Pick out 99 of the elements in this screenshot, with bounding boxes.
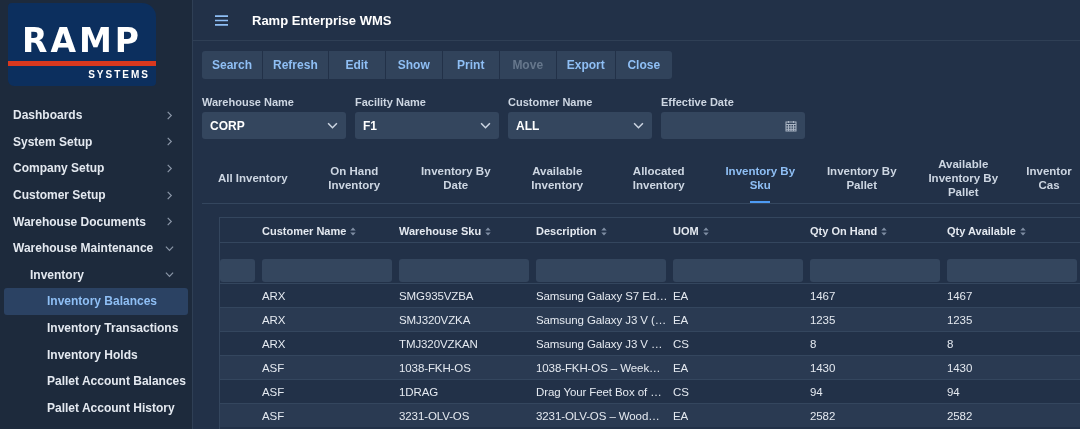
table-cell: Samsung Galaxy J3 V … bbox=[536, 337, 663, 350]
table-cell: EA bbox=[673, 289, 689, 302]
table-cell: ARX bbox=[262, 313, 286, 326]
sidebar-item[interactable]: Inventory bbox=[0, 261, 188, 289]
table-cell: Samsung Galaxy S7 Ed… bbox=[536, 289, 667, 302]
tab[interactable]: On Hand Inventory bbox=[303, 152, 405, 203]
table-cell: 1235 bbox=[810, 313, 836, 326]
table-cell: CS bbox=[673, 337, 689, 350]
toolbar-button[interactable]: Print bbox=[442, 51, 499, 79]
table-cell: SMJ320VZKA bbox=[399, 313, 471, 326]
filter-label: Warehouse Name bbox=[202, 96, 295, 108]
sidebar-item[interactable]: System Setup bbox=[0, 128, 188, 156]
chevron-right-icon bbox=[165, 110, 174, 120]
table-cell: CS bbox=[673, 385, 689, 398]
sidebar-item[interactable]: Inventory Holds bbox=[0, 341, 188, 368]
chevron-right-icon bbox=[165, 190, 174, 200]
table-cell: Samsung Galaxy J3 V (… bbox=[536, 313, 667, 326]
column-header[interactable]: Description bbox=[536, 225, 607, 237]
toolbar-button[interactable]: Search bbox=[202, 51, 263, 79]
table-cell: 2582 bbox=[947, 409, 973, 422]
tab[interactable]: Available Inventory By Pallet bbox=[912, 152, 1014, 203]
table-cell: ASF bbox=[262, 385, 285, 398]
table-cell: EA bbox=[673, 313, 689, 326]
chevron-down-icon bbox=[633, 122, 644, 129]
table-cell: 3231-OLV-OS bbox=[399, 409, 470, 422]
sidebar-item[interactable]: Inventory Transactions bbox=[0, 314, 188, 342]
filter-field[interactable]: CORP bbox=[202, 112, 346, 139]
tab[interactable]: Available Inventory bbox=[506, 152, 608, 203]
app-title: Ramp Enterprise WMS bbox=[252, 12, 392, 28]
toolbar-button[interactable]: Show bbox=[385, 51, 442, 79]
sidebar-item[interactable]: Inventory Balances bbox=[4, 288, 188, 315]
table-cell: SMG935VZBA bbox=[399, 289, 474, 302]
sidebar-item[interactable]: Company Setup bbox=[0, 155, 188, 182]
table-cell: 8 bbox=[810, 337, 817, 350]
sort-icon[interactable] bbox=[350, 226, 357, 236]
filter-label: Effective Date bbox=[661, 96, 735, 108]
filter-label: Customer Name bbox=[508, 96, 594, 108]
chevron-down-icon bbox=[165, 270, 174, 280]
filter-label: Facility Name bbox=[355, 96, 427, 108]
column-header[interactable]: Qty On Hand bbox=[810, 225, 888, 237]
toolbar-button[interactable]: Close bbox=[615, 51, 672, 79]
column-header[interactable]: Warehouse Sku bbox=[399, 225, 492, 237]
filter-field[interactable] bbox=[661, 112, 805, 139]
table-cell: 1430 bbox=[810, 361, 836, 374]
table-cell: 1DRAG bbox=[399, 385, 439, 398]
toolbar-button[interactable]: Edit bbox=[328, 51, 385, 79]
table-cell: 1430 bbox=[947, 361, 973, 374]
filter-field[interactable]: F1 bbox=[355, 112, 499, 139]
chevron-down-icon bbox=[165, 243, 174, 253]
chevron-down-icon bbox=[327, 122, 338, 129]
sort-icon[interactable] bbox=[881, 226, 888, 236]
sidebar-item[interactable]: Pallet Account Balances bbox=[0, 367, 188, 395]
table-cell: 8 bbox=[947, 337, 954, 350]
logo-wordmark: RAMP bbox=[21, 24, 143, 58]
table-cell: 1235 bbox=[947, 313, 973, 326]
column-header[interactable]: Customer Name bbox=[262, 225, 357, 237]
table-cell: 1467 bbox=[947, 289, 973, 302]
chevron-right-icon bbox=[165, 217, 174, 227]
table-cell: 94 bbox=[810, 385, 823, 398]
sidebar-item[interactable]: Dashboards bbox=[0, 102, 188, 129]
table-cell: ASF bbox=[262, 361, 285, 374]
sidebar-item[interactable]: Customer Setup bbox=[0, 181, 188, 209]
sidebar-item[interactable]: Pallet Account History bbox=[0, 394, 188, 422]
table-cell: ARX bbox=[262, 337, 286, 350]
table-cell: Drag Your Feet Box of … bbox=[536, 385, 662, 398]
sort-icon[interactable] bbox=[600, 226, 607, 236]
filter-field[interactable]: ALL bbox=[508, 112, 652, 139]
table-cell: 2582 bbox=[810, 409, 836, 422]
table-cell: TMJ320VZKAN bbox=[399, 337, 478, 350]
table-cell: EA bbox=[673, 409, 689, 422]
tab[interactable]: Inventor Cas bbox=[1014, 152, 1080, 203]
sort-icon[interactable] bbox=[485, 226, 492, 236]
logo-tagline: SYSTEMS bbox=[87, 69, 151, 80]
sort-icon[interactable] bbox=[1019, 226, 1026, 236]
sidebar-item[interactable]: Warehouse Documents bbox=[0, 208, 188, 235]
tab[interactable]: Inventory By Sku bbox=[709, 152, 811, 203]
toolbar-button[interactable]: Export bbox=[556, 51, 615, 79]
table-cell: EA bbox=[673, 361, 689, 374]
table-cell: 94 bbox=[947, 385, 960, 398]
calendar-icon[interactable] bbox=[785, 119, 797, 132]
tab[interactable]: All Inventory bbox=[202, 152, 304, 203]
sort-icon[interactable] bbox=[702, 226, 709, 236]
menu-icon[interactable] bbox=[215, 14, 228, 26]
tab[interactable]: Inventory By Pallet bbox=[811, 152, 913, 203]
tab[interactable]: Allocated Inventory bbox=[608, 152, 710, 203]
chevron-right-icon bbox=[165, 137, 174, 147]
table-cell: 1038-FKH-OS – Week… bbox=[536, 361, 661, 374]
chevron-right-icon bbox=[165, 164, 174, 173]
column-header[interactable]: Qty Available bbox=[947, 225, 1026, 237]
table-cell: ARX bbox=[262, 289, 286, 302]
table-cell: 1467 bbox=[810, 289, 836, 302]
column-header[interactable]: UOM bbox=[673, 225, 709, 237]
table-cell: ASF bbox=[262, 409, 285, 422]
table-cell: 3231-OLV-OS – Wood… bbox=[536, 409, 660, 422]
sidebar-item[interactable]: Warehouse Maintenance bbox=[0, 234, 188, 262]
chevron-down-icon bbox=[480, 122, 491, 129]
table-cell: 1038-FKH-OS bbox=[399, 361, 471, 374]
toolbar-button[interactable]: Refresh bbox=[263, 51, 328, 79]
tab[interactable]: Inventory By Date bbox=[405, 152, 507, 203]
